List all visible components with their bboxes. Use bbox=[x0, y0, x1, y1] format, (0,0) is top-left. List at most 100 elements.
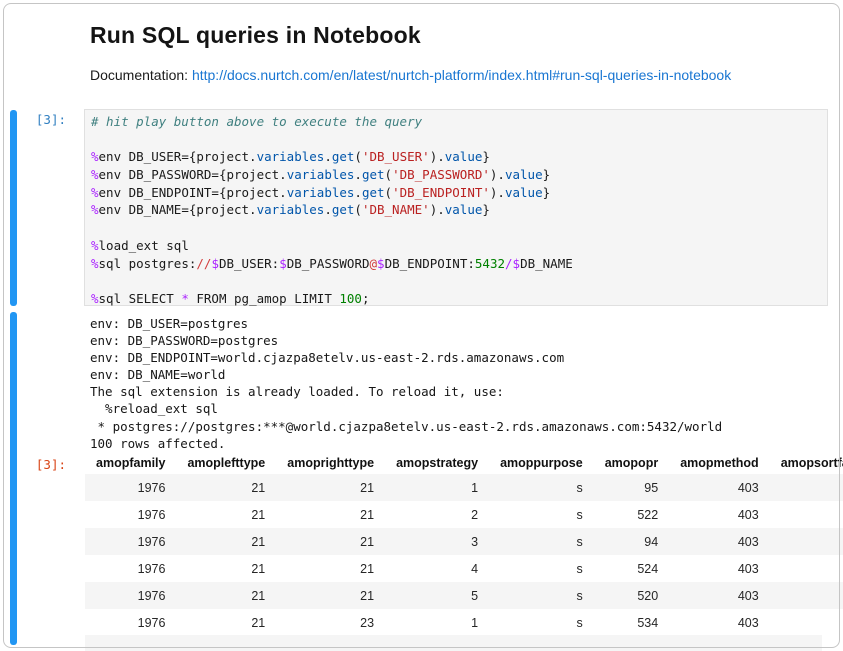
table-cell: 1 bbox=[385, 474, 489, 501]
code-token: variables bbox=[257, 149, 325, 164]
table-cell: 5 bbox=[385, 582, 489, 609]
result-table-body: 197621211s954030197621212s52240301976212… bbox=[85, 474, 843, 636]
header-row: amopfamilyamoplefttypeamoprighttypeamops… bbox=[85, 451, 843, 474]
table-cell: 21 bbox=[176, 474, 276, 501]
documentation-link[interactable]: http://docs.nurtch.com/en/latest/nurtch-… bbox=[192, 67, 731, 83]
code-token: $ bbox=[279, 256, 287, 271]
table-row: 197621231s5344030 bbox=[85, 609, 843, 636]
table-cell: 21 bbox=[176, 501, 276, 528]
code-token: ). bbox=[430, 202, 445, 217]
code-token: value bbox=[445, 202, 483, 217]
code-token: // bbox=[196, 256, 211, 271]
code-line bbox=[91, 272, 821, 290]
code-line bbox=[91, 219, 821, 237]
table-cell: 4 bbox=[385, 555, 489, 582]
table-cell: 0 bbox=[770, 528, 843, 555]
code-token: get bbox=[362, 167, 385, 182]
stdout-text: env: DB_USER=postgres env: DB_PASSWORD=p… bbox=[90, 315, 722, 452]
code-token: variables bbox=[257, 202, 325, 217]
table-cell: 21 bbox=[276, 528, 385, 555]
code-token: DB_PASSWORD bbox=[287, 256, 370, 271]
code-token: env DB_NAME={project. bbox=[99, 202, 257, 217]
table-cell: s bbox=[489, 501, 594, 528]
code-token: * bbox=[181, 291, 189, 306]
input-prompt: [3]: bbox=[0, 112, 66, 127]
code-line: %env DB_ENDPOINT={project.variables.get(… bbox=[91, 184, 821, 202]
code-token: % bbox=[91, 256, 99, 271]
code-token: % bbox=[91, 291, 99, 306]
table-cell: 21 bbox=[176, 555, 276, 582]
table-cell: 403 bbox=[669, 555, 769, 582]
table-cell: 23 bbox=[276, 609, 385, 636]
cell-collapser-input[interactable] bbox=[10, 110, 17, 306]
code-token: . bbox=[324, 202, 332, 217]
table-cell: 1976 bbox=[85, 501, 176, 528]
code-token: variables bbox=[287, 167, 355, 182]
table-cell: 21 bbox=[176, 609, 276, 636]
column-header: amopmethod bbox=[669, 451, 769, 474]
table-row: 197621212s5224030 bbox=[85, 501, 843, 528]
code-line: # hit play button above to execute the q… bbox=[91, 113, 821, 131]
table-cell: 403 bbox=[669, 609, 769, 636]
code-token: get bbox=[332, 202, 355, 217]
code-token: % bbox=[91, 149, 99, 164]
code-token: 'DB_PASSWORD' bbox=[392, 167, 490, 182]
code-token: env DB_ENDPOINT={project. bbox=[99, 185, 287, 200]
table-cell: 0 bbox=[770, 474, 843, 501]
code-token: value bbox=[505, 167, 543, 182]
table-cell: 1976 bbox=[85, 609, 176, 636]
code-token: variables bbox=[287, 185, 355, 200]
output-prompt: [3]: bbox=[0, 457, 66, 472]
code-token: . bbox=[324, 149, 332, 164]
table-cell: s bbox=[489, 582, 594, 609]
table-cell: 21 bbox=[276, 501, 385, 528]
code-content: # hit play button above to execute the q… bbox=[85, 110, 827, 311]
code-token: @ bbox=[370, 256, 378, 271]
code-line: %env DB_NAME={project.variables.get('DB_… bbox=[91, 201, 821, 219]
table-cell: 94 bbox=[594, 528, 669, 555]
code-line bbox=[91, 131, 821, 149]
table-cell: 524 bbox=[594, 555, 669, 582]
code-token: % bbox=[91, 167, 99, 182]
column-header: amoppurpose bbox=[489, 451, 594, 474]
code-token: ( bbox=[354, 202, 362, 217]
code-editor[interactable]: # hit play button above to execute the q… bbox=[84, 109, 828, 306]
code-line: %sql SELECT * FROM pg_amop LIMIT 100; bbox=[91, 290, 821, 308]
code-token: ; bbox=[362, 291, 370, 306]
code-token: $ bbox=[211, 256, 219, 271]
code-token: } bbox=[543, 167, 551, 182]
table-cell: 1 bbox=[385, 609, 489, 636]
table-cell: 21 bbox=[276, 474, 385, 501]
column-header: amoprighttype bbox=[276, 451, 385, 474]
table-cell: 520 bbox=[594, 582, 669, 609]
table-cell: 21 bbox=[176, 582, 276, 609]
table-cell: s bbox=[489, 528, 594, 555]
code-token: / bbox=[505, 256, 513, 271]
code-line: %env DB_USER={project.variables.get('DB_… bbox=[91, 148, 821, 166]
column-header: amopfamily bbox=[85, 451, 176, 474]
code-token: sql SELECT bbox=[99, 291, 182, 306]
table-cell: 1976 bbox=[85, 528, 176, 555]
code-token: env DB_PASSWORD={project. bbox=[99, 167, 287, 182]
code-token: sql postgres: bbox=[99, 256, 197, 271]
code-token: FROM pg_amop LIMIT bbox=[189, 291, 340, 306]
table-cell: 21 bbox=[276, 582, 385, 609]
column-header: amopsortfamily bbox=[770, 451, 843, 474]
code-token: } bbox=[543, 185, 551, 200]
table-cell: 522 bbox=[594, 501, 669, 528]
code-token: ( bbox=[354, 149, 362, 164]
table-cell: 534 bbox=[594, 609, 669, 636]
documentation-label: Documentation: bbox=[90, 67, 192, 83]
code-token: 'DB_NAME' bbox=[362, 202, 430, 217]
code-token: 'DB_ENDPOINT' bbox=[392, 185, 490, 200]
code-line: %sql postgres://$DB_USER:$DB_PASSWORD@$D… bbox=[91, 255, 821, 273]
cell-collapser-output[interactable] bbox=[10, 312, 17, 645]
table-cell: s bbox=[489, 474, 594, 501]
code-token: $ bbox=[513, 256, 521, 271]
table-cell: 0 bbox=[770, 609, 843, 636]
code-token: ). bbox=[430, 149, 445, 164]
code-token: 'DB_USER' bbox=[362, 149, 430, 164]
code-token: load_ext sql bbox=[99, 238, 189, 253]
code-token: . bbox=[354, 167, 362, 182]
table-cell: 95 bbox=[594, 474, 669, 501]
